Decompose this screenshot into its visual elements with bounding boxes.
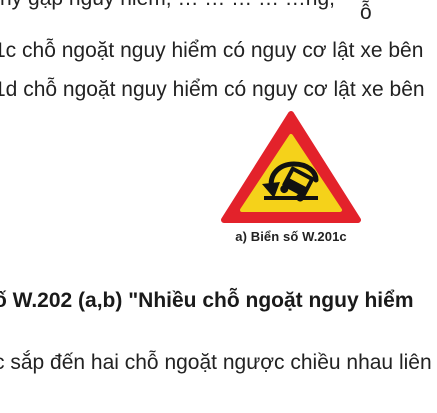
sign-figure: a) Biển số W.201c: [218, 110, 364, 250]
text-line-201c: 1c chỗ ngoặt nguy hiểm có nguy cơ lật xe…: [0, 39, 424, 62]
section-heading: ố W.202 (a,b) "Nhiều chỗ ngoặt nguy hiểm: [0, 289, 414, 312]
figure-caption: a) Biển số W.201c: [235, 229, 347, 244]
warning-sign-rollover-icon: [221, 111, 361, 223]
text-line-description: c sắp đến hai chỗ ngoặt ngược chiều nhau…: [0, 351, 432, 374]
partial-text-line: ny gặp nguy hiểm, … … … … …ng,: [0, 0, 335, 12]
partial-bottom-glyph: ỗ: [360, 1, 372, 24]
text-line-201d: 1d chỗ ngoặt nguy hiểm có nguy cơ lật xe…: [0, 78, 425, 101]
road-line: [264, 196, 318, 200]
